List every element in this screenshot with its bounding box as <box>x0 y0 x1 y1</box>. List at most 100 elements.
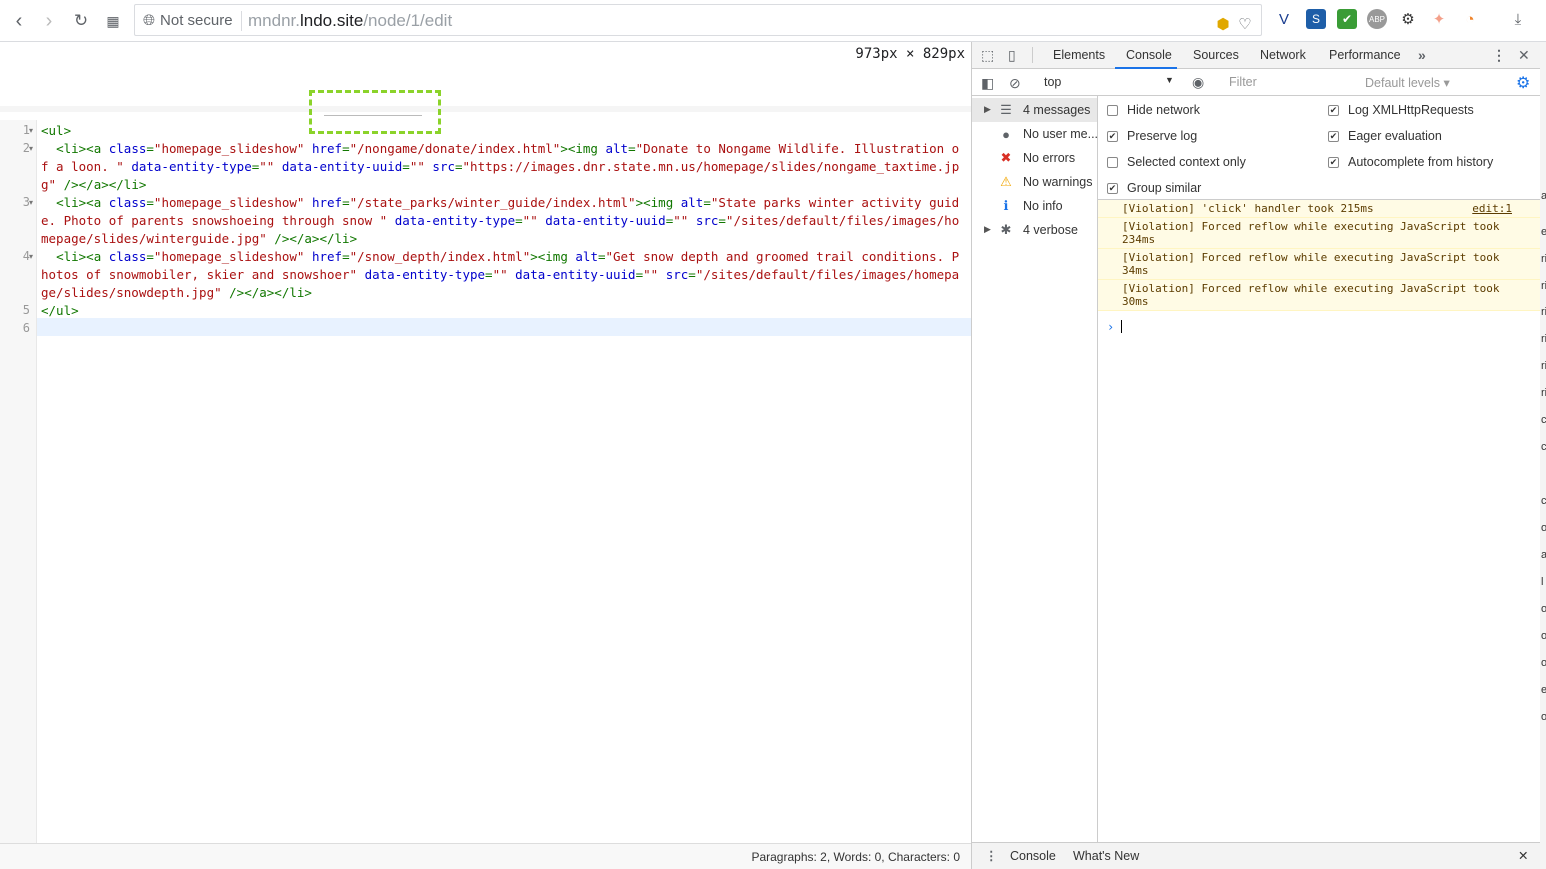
chevron-down-icon[interactable]: ▼ <box>1165 75 1174 85</box>
swift-icon[interactable]: ✦ <box>1429 9 1449 29</box>
close-icon[interactable]: ✕ <box>1518 47 1530 64</box>
security-indicator[interactable]: 🌐︎ Not secure <box>143 12 233 29</box>
url-host-prefix: mndnr. <box>248 11 300 30</box>
more-tabs-icon[interactable]: » <box>1418 47 1426 63</box>
clear-console-icon[interactable]: ⊘ <box>1009 75 1021 92</box>
checkbox[interactable]: ✔ <box>1328 130 1339 142</box>
selected-context-option[interactable]: Selected context only <box>1107 155 1246 169</box>
code-line[interactable]: <li><a class="homepage_slideshow" href="… <box>41 194 966 248</box>
sidebar-item[interactable]: ● No user me... <box>972 122 1098 146</box>
editor-statusbar: Paragraphs: 2, Words: 0, Characters: 0 <box>0 843 971 869</box>
drawer-close-icon[interactable]: ✕ <box>1518 848 1528 863</box>
option-label: Selected context only <box>1127 155 1246 169</box>
back-icon[interactable]: ‹ <box>5 7 33 35</box>
filter-input[interactable]: Filter <box>1225 72 1355 92</box>
user-icon: ● <box>1002 126 1010 142</box>
code-line[interactable]: <ul> <box>41 122 966 140</box>
clipped-text: ri <box>1541 253 1546 265</box>
log-xhr-option[interactable]: ✔ Log XMLHttpRequests <box>1328 103 1474 117</box>
url-text[interactable]: mndnr.lndo.site/node/1/edit <box>248 11 452 31</box>
code-token: <li><a <box>41 195 109 210</box>
sidebar-item[interactable]: ▶ ✱ 4 verbose <box>972 218 1097 242</box>
tab-network[interactable]: Network <box>1260 48 1306 62</box>
fold-arrow-icon[interactable]: ▾ <box>29 252 33 261</box>
fold-arrow-icon[interactable]: ▾ <box>29 144 33 153</box>
kebab-menu-icon[interactable]: ⋮ <box>1492 47 1506 64</box>
code-token: class <box>108 195 147 210</box>
eager-eval-option[interactable]: ✔ Eager evaluation <box>1328 129 1442 143</box>
gear-icon[interactable]: ⚙ <box>1398 9 1418 29</box>
code-token: = <box>485 267 493 282</box>
message-text: [Violation] Forced reflow while executin… <box>1122 251 1500 277</box>
checkbox[interactable]: ✔ <box>1328 156 1339 168</box>
skype-icon[interactable]: S <box>1306 9 1326 29</box>
log-levels-select[interactable]: Default levels ▾ <box>1365 75 1450 90</box>
inspect-icon[interactable]: ⬚ <box>981 47 994 64</box>
device-toggle-icon[interactable]: ▯ <box>1008 47 1016 64</box>
code-token: href <box>311 249 343 264</box>
code-token: data-entity-uuid <box>515 267 636 282</box>
sidebar-toggle-icon[interactable]: ◧ <box>981 75 994 92</box>
check-icon[interactable]: ✔ <box>1337 9 1357 29</box>
preserve-log-option[interactable]: ✔ Preserve log <box>1107 129 1197 143</box>
context-select[interactable]: top <box>1044 75 1061 89</box>
checkbox[interactable] <box>1107 104 1118 116</box>
rss-icon[interactable]: ◔ <box>1460 9 1480 29</box>
code-line[interactable]: <li><a class="homepage_slideshow" href="… <box>41 140 966 194</box>
code-token: data-entity-uuid <box>545 213 666 228</box>
sidebar-item-label: No info <box>1023 199 1063 213</box>
reload-icon[interactable]: ↻ <box>67 7 95 35</box>
fold-arrow-icon[interactable]: ▾ <box>29 126 33 135</box>
sidebar-item[interactable]: ⚠ No warnings <box>972 170 1097 194</box>
apps-icon[interactable]: ▦ <box>99 7 127 35</box>
expand-arrow-icon[interactable]: ▶ <box>984 104 991 115</box>
checkbox[interactable]: ✔ <box>1107 182 1118 194</box>
group-similar-option[interactable]: ✔ Group similar <box>1107 181 1201 195</box>
vimium-icon[interactable]: V <box>1274 9 1294 29</box>
clipped-text: o <box>1541 630 1546 642</box>
code-line[interactable]: <li><a class="homepage_slideshow" href="… <box>41 248 966 302</box>
tab-elements[interactable]: Elements <box>1053 48 1105 62</box>
forward-icon[interactable]: › <box>35 7 63 35</box>
globe-icon: 🌐︎ <box>143 12 156 29</box>
hide-network-option[interactable]: Hide network <box>1107 103 1200 117</box>
sidebar-item[interactable]: ▶ ☰ 4 messages <box>972 98 1097 122</box>
sidebar-item[interactable]: ✖ No errors <box>972 146 1097 170</box>
sidebar-item-label: 4 verbose <box>1023 223 1078 237</box>
code-token: data-entity-type <box>131 159 252 174</box>
clipped-text: ri <box>1541 333 1546 345</box>
cube-icon[interactable]: ⬢ <box>1213 14 1233 34</box>
code-token: = <box>146 249 154 264</box>
message-source-link[interactable]: edit:1 <box>1472 202 1512 215</box>
sidebar-item[interactable]: ℹ No info <box>972 194 1097 218</box>
line-number: 3 <box>22 195 30 209</box>
clipped-text: c <box>1541 441 1546 453</box>
drawer-tab-whats-new[interactable]: What's New <box>1073 849 1139 863</box>
clipped-text: ri <box>1541 306 1546 318</box>
settings-gear-icon[interactable]: ⚙ <box>1516 73 1530 93</box>
checkbox[interactable]: ✔ <box>1328 104 1339 116</box>
fold-arrow-icon[interactable]: ▾ <box>29 198 33 207</box>
checkbox[interactable] <box>1107 156 1118 168</box>
console-message: [Violation] Forced reflow while executin… <box>1098 249 1541 280</box>
drawer-tab-console[interactable]: Console <box>1010 849 1056 863</box>
expand-arrow-icon[interactable]: ▶ <box>984 224 991 235</box>
right-edge-strip <box>1540 42 1546 869</box>
code-token: = <box>688 267 696 282</box>
tab-sources[interactable]: Sources <box>1193 48 1239 62</box>
tab-performance[interactable]: Performance <box>1329 48 1401 62</box>
download-icon[interactable]: ⤓ <box>1508 9 1528 29</box>
line-number: 5 <box>22 303 30 317</box>
checkbox[interactable]: ✔ <box>1107 130 1118 142</box>
console-prompt[interactable]: › <box>1098 318 1541 338</box>
eye-icon[interactable]: ◉ <box>1192 74 1204 91</box>
address-bar[interactable]: 🌐︎ Not secure mndnr.lndo.site/node/1/edi… <box>134 4 1262 36</box>
autocomplete-option[interactable]: ✔ Autocomplete from history <box>1328 155 1493 169</box>
heart-icon[interactable]: ♡ <box>1235 14 1255 34</box>
code-token: "" <box>673 213 689 228</box>
adblock-icon[interactable]: ABP <box>1367 9 1387 29</box>
drawer-menu-icon[interactable]: ⋮ <box>985 848 998 863</box>
tab-console[interactable]: Console <box>1126 48 1172 62</box>
error-icon: ✖ <box>1000 150 1012 165</box>
